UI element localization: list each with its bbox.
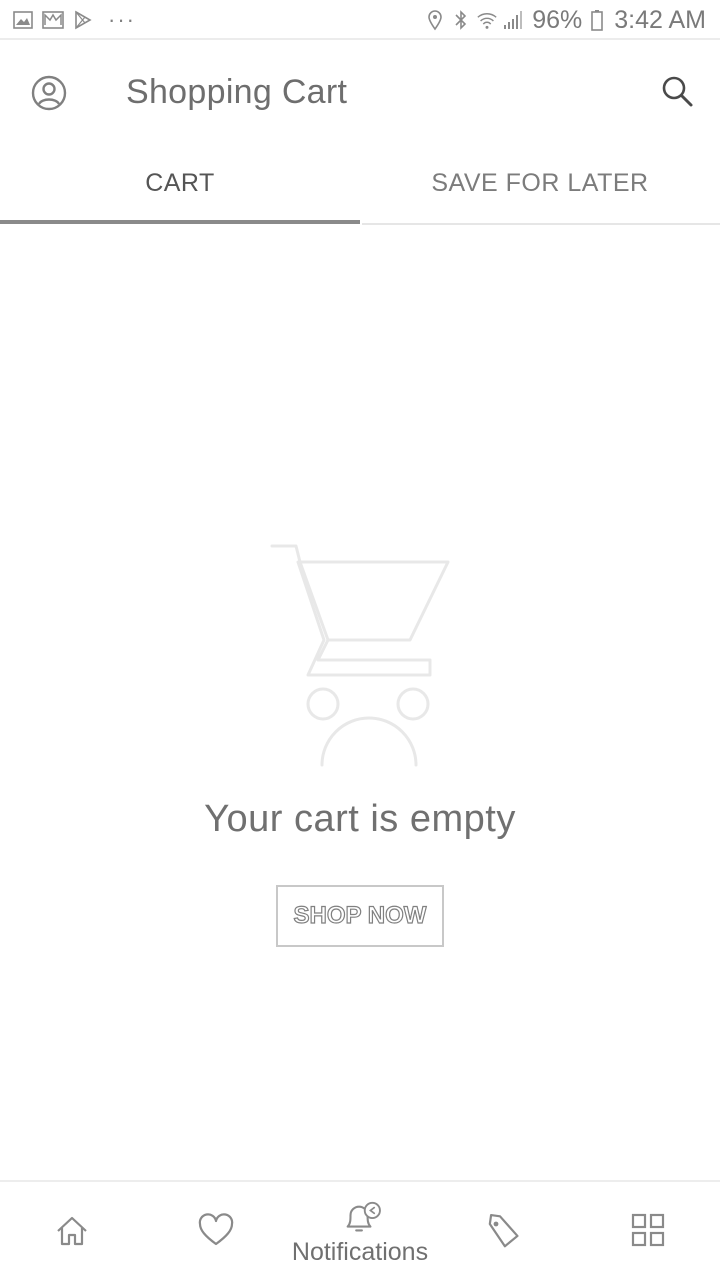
status-bar: ··· 96% 3:42 AM [0, 0, 720, 40]
account-circle-icon [31, 75, 67, 111]
status-notifications: ··· [12, 8, 136, 32]
sad-cart-icon [260, 540, 460, 770]
active-tab-indicator [0, 220, 360, 224]
more-notifications-indicator: ··· [108, 7, 136, 32]
nav-label-notifications: Notifications [291, 1238, 429, 1266]
bottom-nav: Notifications [0, 1180, 720, 1280]
tab-save-for-later[interactable]: SAVE FOR LATER [360, 142, 720, 224]
search-icon [662, 76, 693, 107]
tabs-divider [362, 223, 720, 225]
status-system: 96% 3:42 AM [424, 6, 706, 34]
gallery-notification-icon [12, 9, 34, 31]
home-icon [57, 1216, 87, 1246]
shop-now-button[interactable]: SHOP NOW [276, 885, 444, 947]
wifi-icon [476, 9, 498, 31]
location-icon [424, 9, 446, 31]
app-bar: Shopping Cart [0, 42, 720, 142]
cart-tabs: CART SAVE FOR LATER [0, 142, 720, 228]
empty-cart-message: Your cart is empty [204, 798, 516, 840]
signal-icon [502, 9, 524, 31]
clock: 3:42 AM [614, 5, 706, 34]
tag-icon [488, 1213, 519, 1248]
mail-notification-icon [42, 9, 64, 31]
bell-icon [346, 1201, 381, 1232]
nav-item-home[interactable] [0, 1182, 144, 1280]
heart-icon [198, 1213, 234, 1246]
nav-item-categories[interactable] [576, 1182, 720, 1280]
search-button[interactable] [660, 74, 696, 110]
screen: ··· 96% 3:42 AM Shopping Cart CART SAVE … [0, 0, 720, 1280]
page-title: Shopping Cart [126, 73, 348, 111]
nav-item-wishlist[interactable] [144, 1182, 288, 1280]
bluetooth-icon [450, 9, 472, 31]
grid-icon [631, 1213, 665, 1247]
account-button[interactable] [30, 74, 68, 112]
nav-item-deals[interactable] [432, 1182, 576, 1280]
tab-cart[interactable]: CART [0, 142, 360, 224]
nav-item-notifications[interactable]: Notifications [288, 1182, 432, 1280]
battery-icon [586, 9, 608, 31]
battery-percent: 96% [532, 5, 583, 34]
play-store-notification-icon [72, 9, 94, 31]
